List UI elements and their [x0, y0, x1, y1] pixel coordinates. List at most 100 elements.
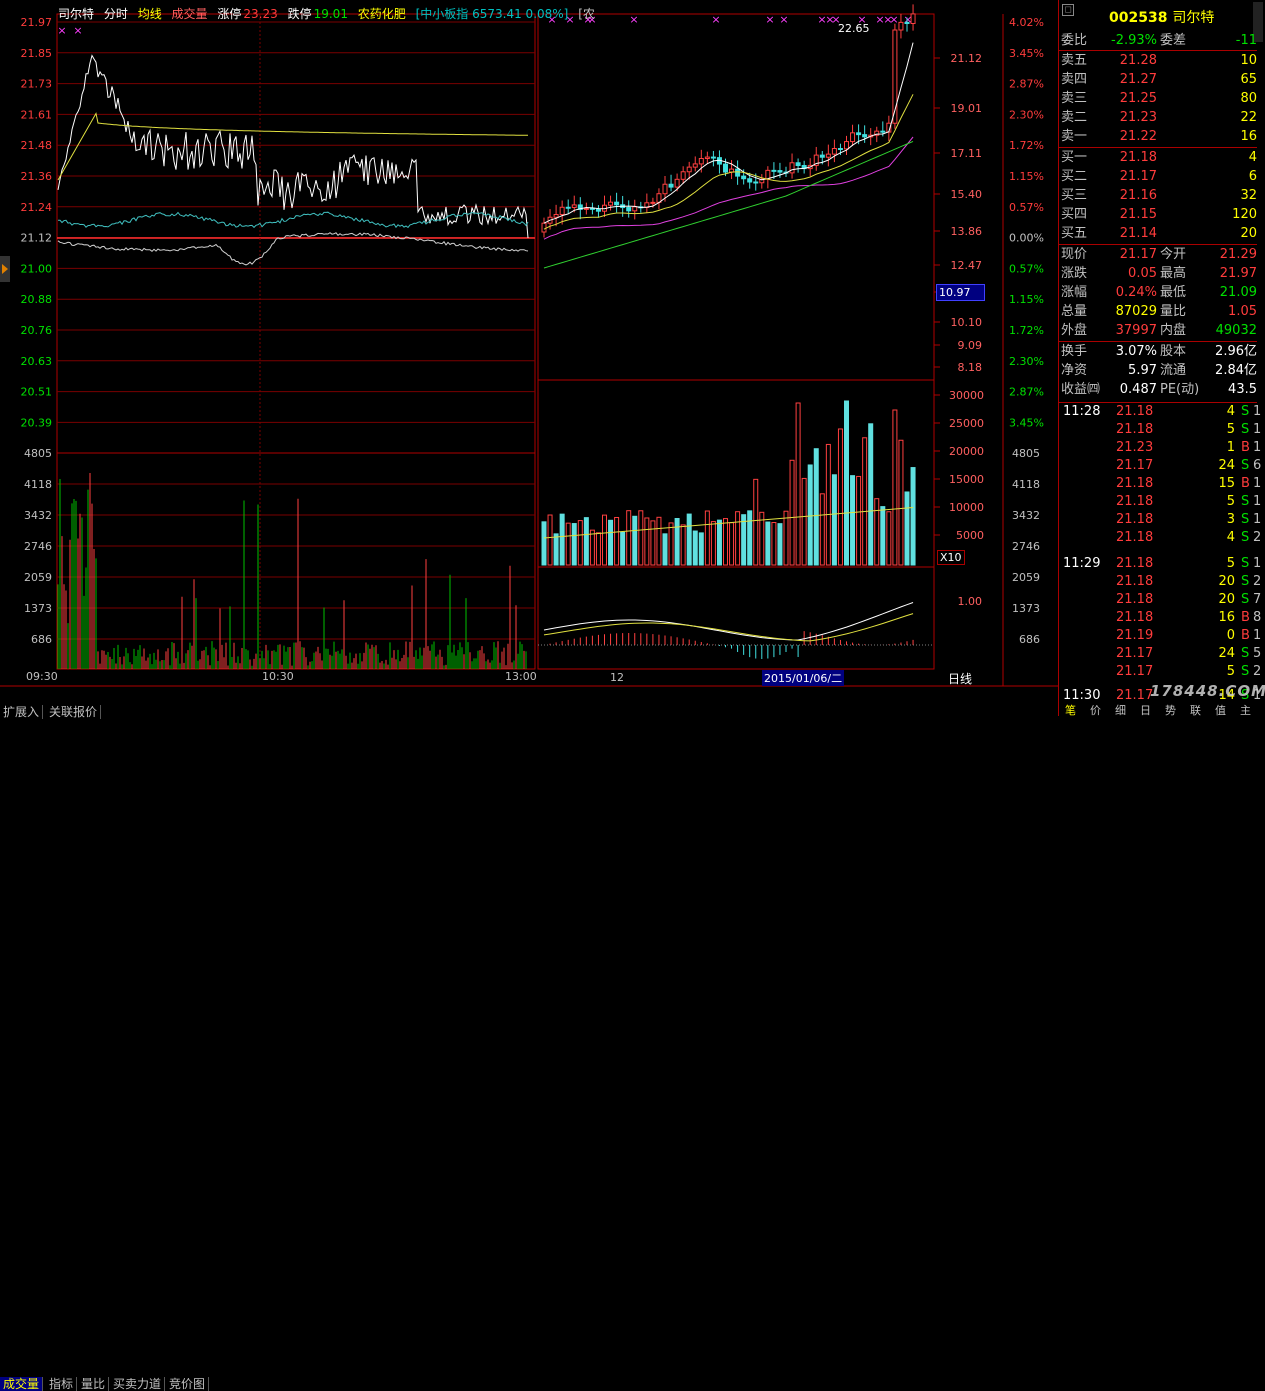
candle-body	[789, 162, 795, 174]
kline-price-tick: 17.11	[951, 147, 983, 160]
tab-related-quotes[interactable]: 关联报价	[46, 705, 102, 719]
tab-extend[interactable]: 扩展入	[0, 705, 44, 719]
quote-panel-tab[interactable]: 势	[1165, 705, 1176, 716]
candle-body	[837, 148, 843, 151]
tick-row[interactable]: 21.18 20 S 7	[1061, 591, 1261, 609]
candle-body	[710, 156, 716, 159]
kline-volume-bar	[686, 513, 692, 566]
quote-panel-tab[interactable]: 主	[1240, 705, 1251, 716]
kline-volume-bar	[614, 516, 620, 566]
mode-label[interactable]: 分时	[104, 7, 128, 21]
tick-row[interactable]: 21.18 16 B 8	[1061, 609, 1261, 627]
kline-volume-bar	[662, 533, 668, 566]
candle-body	[862, 134, 868, 138]
pct-tick-label: 0.57%	[1009, 201, 1044, 214]
candle-body	[735, 168, 741, 177]
left-expand-arrow[interactable]	[0, 256, 10, 282]
order-book-row[interactable]: 买四 21.15 120	[1061, 206, 1257, 224]
quote-panel-tab[interactable]: 值	[1215, 705, 1226, 716]
kline-volume-bar	[765, 521, 771, 566]
pct-tick-label: 2.87%	[1009, 386, 1044, 399]
kline-volume-bar	[650, 520, 656, 566]
tick-row[interactable]: 11:28 21.18 4 S 1	[1061, 403, 1261, 421]
pct-tick-label: 3.45%	[1009, 47, 1044, 60]
stock-name: 司尔特	[58, 7, 95, 21]
tick-volume: 3	[1226, 512, 1235, 527]
volume-label: 成交量	[171, 7, 208, 21]
pct-tick-label: 1.15%	[1009, 170, 1044, 183]
tick-row[interactable]: 21.18 4 S 2	[1061, 529, 1261, 547]
tab-buy-sell-force[interactable]: 买卖力道	[110, 1377, 166, 1391]
quote-panel-tab[interactable]: 细	[1115, 705, 1126, 716]
order-book-row[interactable]: 卖四 21.27 65	[1061, 71, 1257, 89]
vol-tick-label: 1373	[24, 602, 52, 615]
order-book-row[interactable]: 卖五 21.28 10	[1061, 52, 1257, 70]
tick-count: 1	[1253, 476, 1262, 491]
tick-flag: S	[1241, 422, 1250, 437]
order-volume: 16	[1240, 129, 1257, 144]
tick-row[interactable]: 21.17 24 S 5	[1061, 645, 1261, 663]
tick-row[interactable]: 21.18 3 S 1	[1061, 511, 1261, 529]
kline-marker-icon: ×	[765, 13, 774, 26]
weicha-label: 委差	[1160, 33, 1187, 48]
quote-stat-row: 现价 21.17 今开 21.29	[1061, 246, 1257, 264]
tick-row[interactable]: 21.17 24 S 6	[1061, 457, 1261, 475]
order-book-row[interactable]: 卖一 21.22 16	[1061, 128, 1257, 146]
stat-value: 21.17	[1119, 247, 1157, 262]
right-vol-tick: 4805	[1012, 447, 1040, 460]
order-book-row[interactable]: 卖三 21.25 80	[1061, 90, 1257, 108]
quote-panel-tab[interactable]: 日	[1140, 705, 1151, 716]
kline-volume-bar	[547, 514, 553, 566]
quote-stat-row: 净资 5.97 流通 2.84亿	[1061, 362, 1257, 380]
pct-tick-label: 2.30%	[1009, 355, 1044, 368]
kline-volume-bar	[674, 517, 680, 566]
price-tick-label: 21.85	[21, 47, 53, 60]
quote-panel-tab[interactable]: 联	[1190, 705, 1201, 716]
right-vol-tick: 3432	[1012, 509, 1040, 522]
tick-row[interactable]: 21.18 5 S 1	[1061, 493, 1261, 511]
tab-volume[interactable]: 成交量	[0, 1377, 44, 1391]
tab-indicator[interactable]: 指标	[46, 1377, 78, 1391]
panel-close-icon[interactable]: ◻	[1062, 4, 1074, 16]
order-book-row[interactable]: 买一 21.18 4	[1061, 149, 1257, 167]
tick-row[interactable]: 21.18 20 S 2	[1061, 573, 1261, 591]
tick-row[interactable]: 21.18 15 B 1	[1061, 475, 1261, 493]
tick-row[interactable]: 11:29 21.18 5 S 1	[1061, 555, 1261, 573]
macd-dea	[543, 613, 914, 642]
quote-panel-tab[interactable]: 价	[1090, 705, 1101, 716]
pct-tick-label: 1.72%	[1009, 139, 1044, 152]
tab-auction-chart[interactable]: 竞价图	[166, 1377, 210, 1391]
kline-volume-bar	[735, 511, 741, 566]
tick-row[interactable]: 21.18 5 S 1	[1061, 421, 1261, 439]
kline-volume-bar	[904, 491, 910, 566]
candle-body	[898, 21, 904, 31]
kline-low-box: 10.97	[936, 284, 985, 301]
tab-volume-ratio[interactable]: 量比	[78, 1377, 110, 1391]
tick-count: 2	[1253, 530, 1262, 545]
tick-flag: S	[1241, 530, 1250, 545]
sector-label[interactable]: 农药化肥	[358, 7, 406, 21]
order-book-row[interactable]: 买三 21.16 32	[1061, 187, 1257, 205]
candle-body	[571, 204, 577, 208]
kline-volume-bar	[595, 532, 601, 566]
quote-stat-row: 总量 87029 量比 1.05	[1061, 303, 1257, 321]
order-book-row[interactable]: 卖二 21.23 22	[1061, 109, 1257, 127]
period-label[interactable]: 日线	[948, 670, 972, 687]
tick-price: 21.18	[1116, 574, 1154, 589]
tick-price: 21.17	[1116, 646, 1154, 661]
candle-body	[771, 169, 777, 172]
order-book-row[interactable]: 买五 21.14 20	[1061, 225, 1257, 243]
tick-volume: 16	[1218, 610, 1235, 625]
order-book-row[interactable]: 买二 21.17 6	[1061, 168, 1257, 186]
chart-header: 司尔特 分时 均线 成交量 涨停 23.23 跌停 19.01 农药化肥 [中小板指…	[58, 5, 601, 22]
quote-panel-tab[interactable]: 笔	[1065, 705, 1076, 716]
kline-volume-bar	[589, 529, 595, 566]
stat-value: 0.05	[1128, 266, 1157, 281]
kline-volume-bar	[541, 521, 547, 566]
tick-row[interactable]: 21.23 1 B 1	[1061, 439, 1261, 457]
tick-time: 11:28	[1063, 404, 1101, 419]
tick-volume: 20	[1218, 592, 1235, 607]
tick-row[interactable]: 21.17 5 S 2	[1061, 663, 1261, 681]
tick-row[interactable]: 21.19 0 B 1	[1061, 627, 1261, 645]
ma60-line	[543, 140, 914, 269]
